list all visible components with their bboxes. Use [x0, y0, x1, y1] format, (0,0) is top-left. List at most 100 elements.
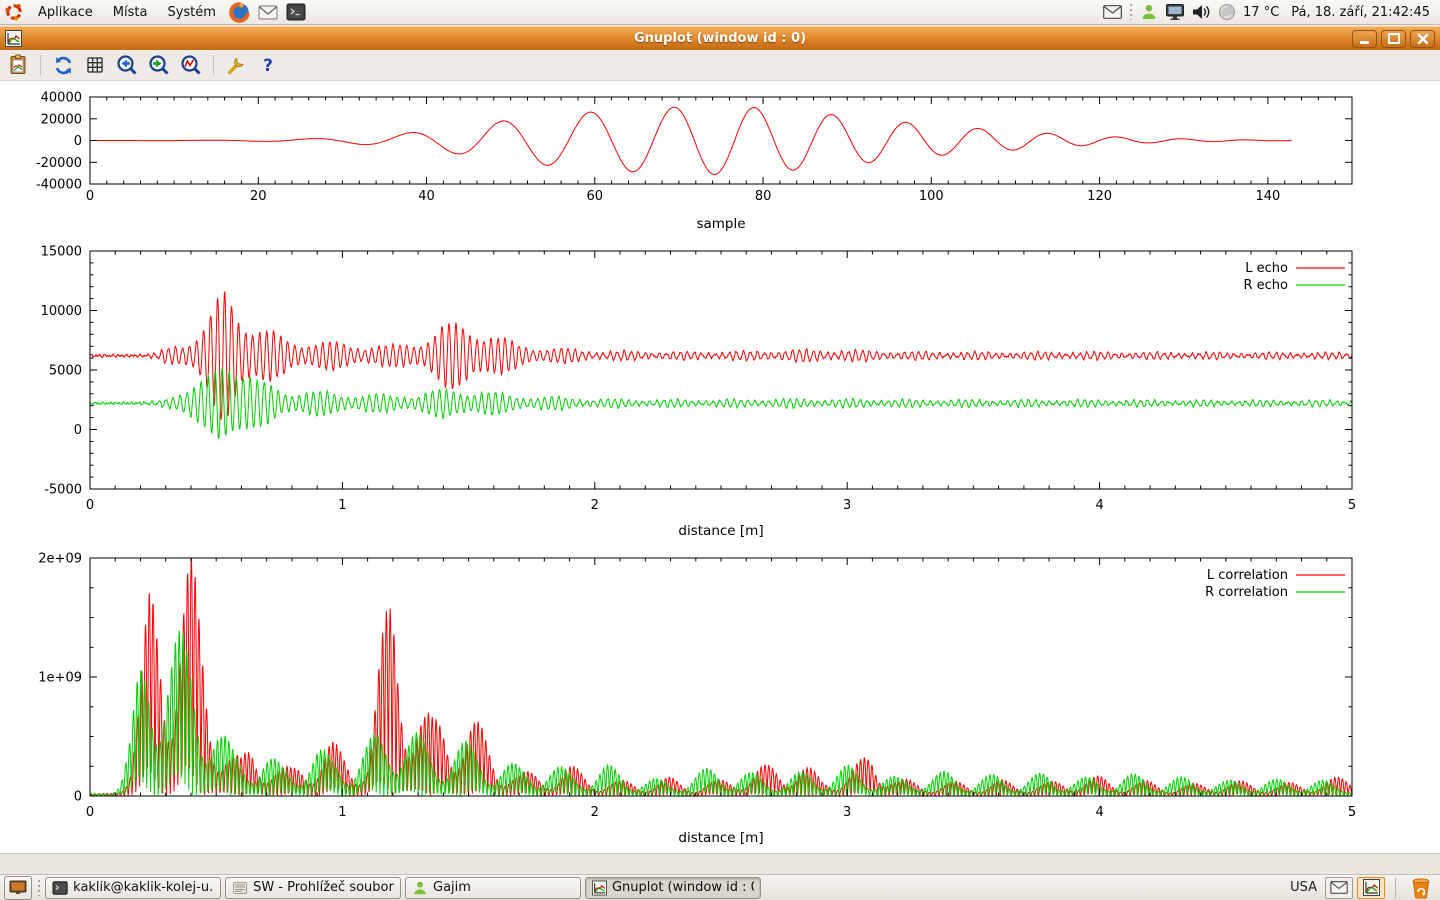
menu-places[interactable]: Místa	[103, 0, 158, 25]
y-tick-label: 0	[74, 134, 82, 149]
toggle-grid-icon[interactable]	[83, 53, 107, 77]
x-tick-label: 20	[250, 189, 267, 204]
x-tick-label: 3	[843, 805, 851, 820]
show-desktop-button[interactable]	[4, 876, 32, 900]
temperature-label: 17 °C	[1243, 5, 1279, 20]
maximize-button[interactable]	[1381, 30, 1406, 48]
maximize-icon	[1388, 33, 1400, 44]
desktop: Aplikace Místa Systém	[0, 0, 1440, 900]
task-label: Gnuplot (window id : 0)	[612, 880, 754, 895]
legend-label: L echo	[1245, 261, 1288, 276]
y-tick-label: -40000	[36, 178, 82, 193]
firefox-icon[interactable]	[229, 1, 251, 23]
axis-ticks	[90, 558, 1352, 796]
x-tick-label: 80	[755, 189, 772, 204]
menu-applications[interactable]: Aplikace	[28, 0, 103, 25]
mail-notification-button[interactable]	[1325, 877, 1353, 899]
legend-label: L correlation	[1207, 568, 1288, 583]
svg-text:?: ?	[263, 56, 273, 76]
tray-separator	[1128, 4, 1133, 20]
zoom-next-icon[interactable]	[147, 53, 171, 77]
plot-3: 0123452e+091e+090distance [m]L correlati…	[38, 552, 1356, 847]
x-tick-label: 0	[86, 189, 94, 204]
x-tick-label: 100	[919, 189, 944, 204]
mail-icon[interactable]	[257, 1, 279, 23]
plots-svg: 02040608010012014040000200000-20000-4000…	[0, 81, 1440, 853]
x-tick-label: 4	[1095, 498, 1103, 513]
taskbar-handle	[36, 880, 41, 896]
taskbar-separator	[1395, 878, 1396, 898]
toolbar-separator	[213, 55, 214, 75]
mail-notification-icon[interactable]	[1102, 2, 1122, 22]
help-icon[interactable]: ?	[256, 53, 280, 77]
x-tick-label: 5	[1348, 805, 1356, 820]
y-tick-label: 0	[74, 790, 82, 805]
y-tick-label: 2e+09	[38, 552, 82, 567]
zoom-previous-icon[interactable]	[115, 53, 139, 77]
series-l-correlation	[90, 558, 1352, 796]
x-tick-label: 1	[338, 498, 346, 513]
x-tick-label: 40	[418, 189, 435, 204]
replot-icon[interactable]	[51, 53, 75, 77]
task-file-manager[interactable]: SW - Prohlížeč souborů	[225, 877, 401, 899]
plot-border	[90, 558, 1352, 796]
y-tick-label: 20000	[41, 112, 82, 127]
x-tick-label: 5	[1348, 498, 1356, 513]
task-terminal[interactable]: kaklik@kaklik-kolej-u...	[45, 877, 221, 899]
close-button[interactable]	[1410, 30, 1435, 48]
y-tick-label: 10000	[41, 304, 82, 319]
x-tick-label: 2	[591, 498, 599, 513]
y-tick-label: -20000	[36, 156, 82, 171]
y-tick-label: -5000	[44, 483, 82, 498]
gajim-icon	[412, 880, 428, 896]
menu-applications-label: Aplikace	[38, 5, 93, 20]
volume-icon[interactable]	[1191, 2, 1211, 22]
gnuplot-notification-button[interactable]	[1357, 877, 1385, 899]
x-tick-label: 2	[591, 805, 599, 820]
legend-label: R correlation	[1205, 585, 1288, 600]
x-tick-label: 0	[86, 805, 94, 820]
gnuplot-icon	[592, 880, 607, 896]
mail-notification-icon	[1330, 881, 1348, 894]
x-tick-label: 60	[587, 189, 604, 204]
apply-zoom-icon[interactable]	[179, 53, 203, 77]
x-tick-label: 140	[1255, 189, 1280, 204]
task-label: kaklik@kaklik-kolej-u...	[73, 880, 214, 895]
window-title: Gnuplot (window id : 0)	[0, 31, 1440, 46]
terminal-icon[interactable]	[285, 1, 307, 23]
ubuntu-logo-icon[interactable]	[3, 1, 25, 23]
minimize-button[interactable]	[1352, 30, 1377, 48]
keyboard-layout-indicator[interactable]: USA	[1290, 880, 1317, 895]
task-label: SW - Prohlížeč souborů	[253, 880, 394, 895]
weather-icon[interactable]	[1217, 2, 1237, 22]
plot-border	[90, 251, 1352, 489]
x-axis-label: distance [m]	[678, 523, 763, 539]
display-icon[interactable]	[1165, 2, 1185, 22]
configure-icon[interactable]	[224, 53, 248, 77]
trash-applet[interactable]	[1406, 876, 1436, 900]
x-tick-label: 1	[338, 805, 346, 820]
task-gnuplot[interactable]: Gnuplot (window id : 0)	[585, 877, 761, 899]
show-desktop-icon	[9, 880, 27, 896]
x-tick-label: 0	[86, 498, 94, 513]
gajim-status-icon[interactable]	[1139, 2, 1159, 22]
gnuplot-canvas[interactable]: 02040608010012014040000200000-20000-4000…	[0, 81, 1440, 853]
series-r-echo	[90, 369, 1352, 439]
window-toolbar: ?	[0, 50, 1440, 81]
menu-system[interactable]: Systém	[157, 0, 225, 25]
y-tick-label: 0	[74, 423, 82, 438]
menu-system-label: Systém	[167, 5, 215, 20]
copy-to-clipboard-icon[interactable]	[6, 53, 30, 77]
close-icon	[1417, 33, 1429, 45]
gnuplot-icon	[1363, 879, 1380, 896]
minimize-icon	[1360, 41, 1369, 44]
task-gajim[interactable]: Gajim	[405, 877, 581, 899]
axis-ticks	[90, 251, 1352, 489]
task-label: Gajim	[433, 880, 471, 895]
window-titlebar[interactable]: Gnuplot (window id : 0)	[0, 26, 1440, 50]
y-tick-label: 15000	[41, 245, 82, 260]
trash-icon	[1410, 877, 1432, 899]
menu-places-label: Místa	[113, 5, 148, 20]
clock-label[interactable]: Pá, 18. září, 21:42:45	[1291, 5, 1430, 20]
y-tick-label: 5000	[49, 364, 82, 379]
